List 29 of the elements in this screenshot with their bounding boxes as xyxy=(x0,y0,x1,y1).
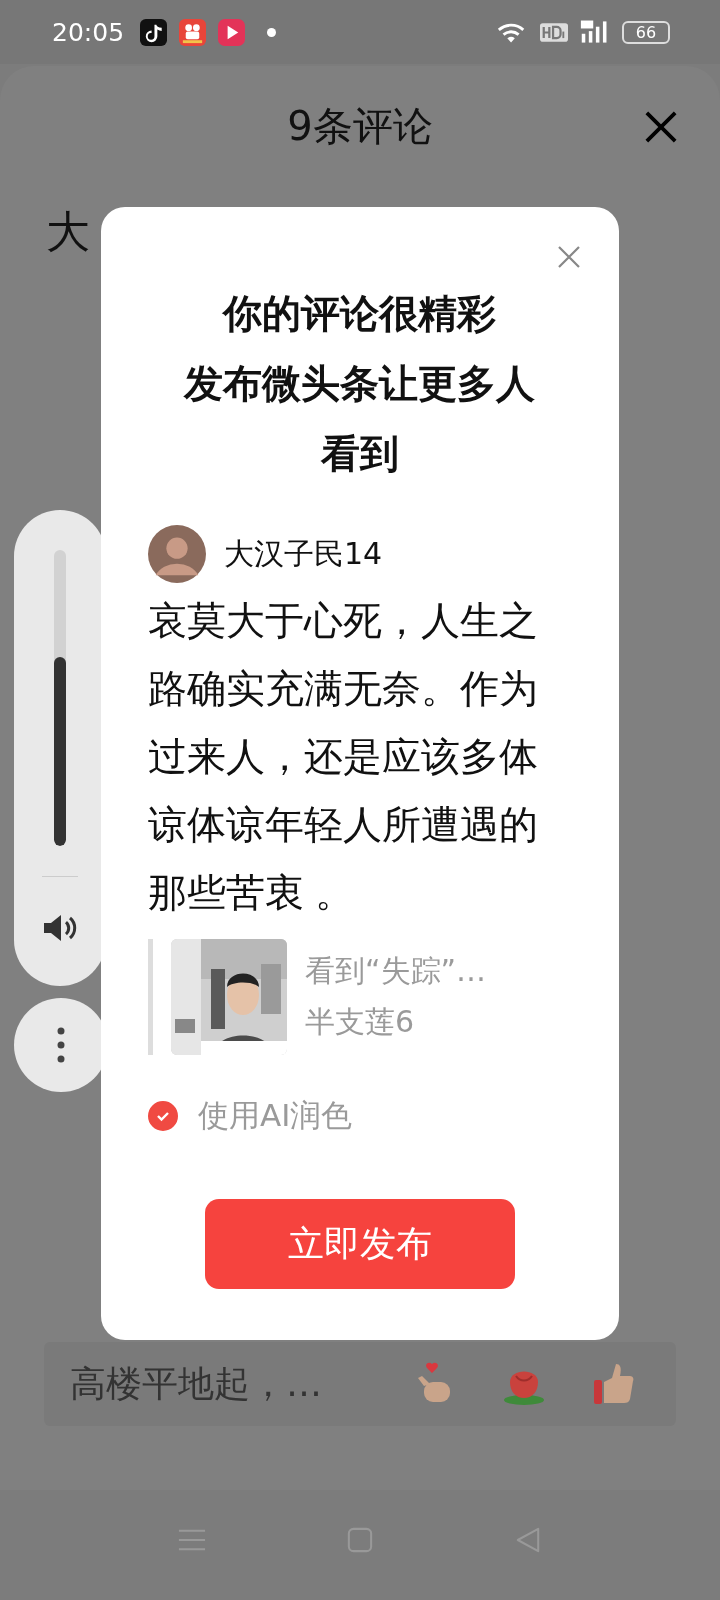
more-icon xyxy=(57,1027,65,1063)
notification-dot-icon xyxy=(267,27,277,37)
clock: 20:05 xyxy=(52,17,125,47)
ai-checkbox[interactable] xyxy=(148,1101,178,1131)
battery-icon: 66 xyxy=(622,20,670,44)
dialog-title-line: 你的评论很精彩 xyxy=(223,290,496,338)
hd-icon xyxy=(540,22,568,42)
comment-input-field[interactable]: 高楼平地起，… xyxy=(44,1342,676,1426)
author-name: 大汉子民14 xyxy=(224,534,383,573)
comment-text: 哀莫大于心死，人生之路确实充满无奈。作为过来人，还是应该多体谅体谅年轻人所遭遇的那些苦衷 。 xyxy=(148,598,539,916)
ai-option-label: 使用AI润色 xyxy=(198,1096,353,1135)
publish-button[interactable]: 立即发布 xyxy=(204,1199,515,1289)
speaker-icon[interactable] xyxy=(42,913,78,943)
thumbs-up-icon[interactable] xyxy=(592,1362,636,1406)
quoted-post-title: 看到“失踪”… xyxy=(305,952,487,990)
comment-text-fragment: 大 xyxy=(46,205,90,259)
quoted-post-author: 半支莲6 xyxy=(305,1003,416,1041)
close-icon[interactable] xyxy=(644,110,678,144)
comment-placeholder: 高楼平地起，… xyxy=(70,1361,323,1406)
film-camera-app-icon xyxy=(179,18,207,46)
music-note-app-icon xyxy=(140,18,168,46)
avatar-icon xyxy=(148,525,206,583)
dialog-title-line: 看到 xyxy=(320,430,399,478)
sheet-title: 9条评论 xyxy=(287,101,433,151)
volume-slider[interactable] xyxy=(54,550,66,846)
play-app-icon xyxy=(218,18,246,46)
close-icon[interactable] xyxy=(557,245,581,269)
dialog-title-line: 发布微头条让更多人 xyxy=(184,360,535,408)
quoted-post[interactable]: 看到“失踪”… 半支莲6 xyxy=(148,939,571,1055)
